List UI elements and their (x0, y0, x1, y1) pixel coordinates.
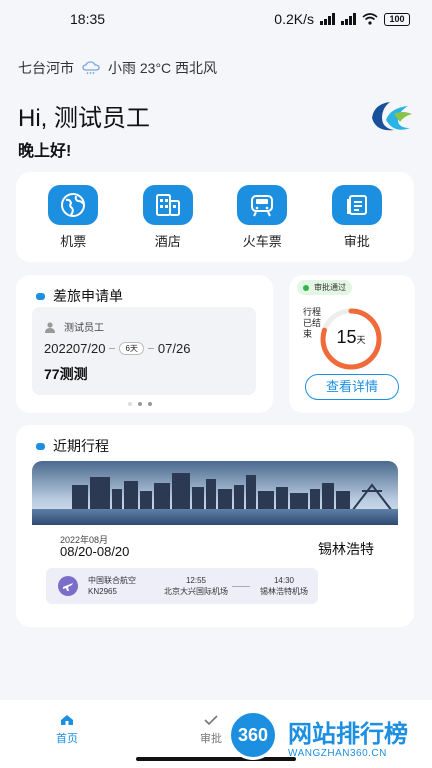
city-banner-image (32, 461, 398, 525)
end-date: 07/26 (157, 341, 191, 356)
section-title: 差旅申请单 (36, 286, 123, 306)
watermark-url: WANGZHAN360.CN (288, 748, 387, 759)
weather-text: 小雨 23°C 西北风 (108, 60, 218, 76)
status-badge-text: 审批通过 (314, 283, 346, 292)
arrival-time: 14:30 (273, 576, 295, 585)
flight-number: KN2965 (88, 587, 117, 596)
network-speed: 0.2K/s (274, 11, 314, 27)
tab-approval[interactable]: 审批 (200, 714, 222, 746)
greeting: Hi, 测试员工 晚上好! (18, 98, 150, 161)
arrival: 14:30 锡林浩特机场 (250, 575, 318, 597)
tab-home[interactable]: 首页 (56, 714, 78, 746)
home-icon (61, 715, 73, 725)
signal-icon (341, 13, 356, 25)
route-line (232, 586, 250, 587)
greeting-subtitle: 晚上好! (18, 143, 72, 160)
greeting-title: Hi, 测试员工 (18, 105, 150, 132)
tab-home-label: 首页 (56, 733, 78, 745)
pager-dots (128, 402, 152, 406)
battery-icon: 100 (384, 12, 410, 26)
title-marker (36, 292, 45, 300)
hotel-icon (142, 184, 193, 225)
applicant: 测试员工 (44, 319, 104, 334)
quick-train-label: 火车票 (242, 233, 282, 249)
start-date: 202207/20 (44, 341, 106, 356)
flight-segment[interactable]: 中国联合航空 KN2965 12:55 北京大兴国际机场 14:30 锡林浩特机… (46, 568, 318, 604)
plane-icon (58, 576, 78, 596)
title-marker (36, 442, 45, 450)
trip-dates: 202207/20 6天 07/26 (44, 341, 190, 356)
trip-status-card: 审批通过 行程已结束 15天 查看详情 (289, 275, 415, 413)
clock: 18:35 (70, 11, 106, 27)
cloud-rain-icon (82, 61, 100, 75)
travel-application-card[interactable]: 差旅申请单 测试员工 202207/20 6天 07/26 77测测 (16, 275, 273, 413)
watermark-title: 网站排行榜 (288, 721, 408, 748)
airline-info: 中国联合航空 KN2965 (88, 575, 136, 597)
application-item[interactable]: 测试员工 202207/20 6天 07/26 77测测 (32, 307, 256, 395)
quick-train[interactable]: 火车票 (237, 184, 288, 250)
status-bar: 18:35 0.2K/s 100 (0, 0, 432, 38)
days-badge: 6天 (119, 342, 144, 355)
departure-time: 12:55 (185, 576, 207, 585)
departure: 12:55 北京大兴国际机场 (160, 575, 232, 597)
tab-approval-label: 审批 (200, 733, 222, 745)
quick-flight[interactable]: 机票 (48, 184, 99, 250)
airline-name: 中国联合航空 (88, 576, 136, 585)
view-details-button[interactable]: 查看详情 (305, 374, 399, 400)
company-logo (372, 102, 412, 131)
recent-title: 近期行程 (53, 438, 109, 454)
arrival-airport: 锡林浩特机场 (260, 587, 308, 596)
status-indicators: 0.2K/s 100 (274, 11, 410, 27)
quick-hotel[interactable]: 酒店 (142, 184, 193, 250)
success-dot (303, 284, 309, 291)
apply-title: 差旅申请单 (53, 288, 123, 304)
city-label: 七台河市 (18, 60, 74, 76)
watermark-badge: 360 (228, 710, 278, 760)
user-icon (45, 321, 55, 333)
trip-date-range: 08/20-08/20 (60, 544, 130, 559)
weather-row: 七台河市 小雨 23°C 西北风 (18, 58, 217, 78)
applicant-name: 测试员工 (64, 323, 104, 334)
status-badge: 审批通过 (297, 280, 352, 295)
approval-icon (331, 184, 382, 225)
quick-approval-label: 审批 (343, 233, 370, 249)
watermark: 360 网站排行榜 WANGZHAN360.CN (222, 708, 432, 768)
check-icon (204, 715, 218, 726)
departure-airport: 北京大兴国际机场 (164, 587, 228, 596)
section-title: 近期行程 (36, 436, 109, 456)
wifi-icon (362, 13, 378, 25)
signal-icon (320, 13, 335, 25)
quick-hotel-label: 酒店 (154, 233, 181, 249)
train-icon (237, 184, 288, 225)
trip-destination: 锡林浩特 (318, 541, 374, 557)
trip-name: 77测测 (44, 366, 88, 382)
quick-flight-label: 机票 (60, 233, 87, 249)
recent-trips-card[interactable]: 近期行程 2022年08月 08/20-08/20 锡林浩特 中国联合航空 KN… (16, 425, 414, 627)
days-count: 15天 (336, 327, 366, 347)
globe-icon (48, 184, 99, 225)
quick-actions: 机票 酒店 火车票 审批 (16, 172, 414, 262)
quick-approval[interactable]: 审批 (331, 184, 382, 250)
